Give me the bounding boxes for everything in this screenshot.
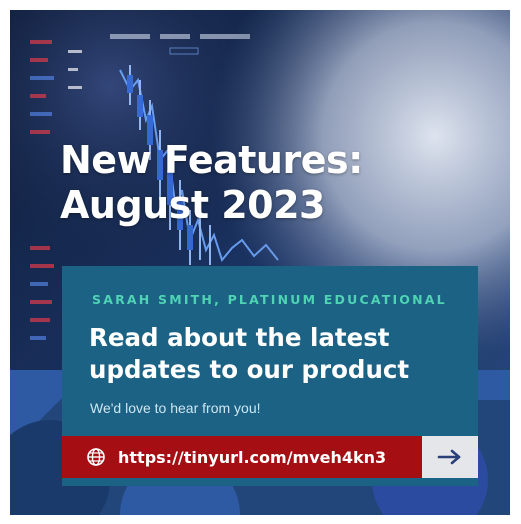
subheading: Read about the latest updates to our pro… bbox=[89, 322, 469, 386]
subheading-line-2: updates to our product bbox=[89, 355, 410, 384]
subheading-line-1: Read about the latest bbox=[89, 323, 390, 352]
promo-card: New Features: August 2023 SARAH SMITH, P… bbox=[10, 10, 510, 515]
headline: New Features: August 2023 bbox=[60, 138, 363, 228]
tagline: We'd love to hear from you! bbox=[90, 400, 261, 416]
headline-line-2: August 2023 bbox=[60, 183, 325, 227]
headline-line-1: New Features: bbox=[60, 138, 363, 182]
globe-icon bbox=[87, 448, 105, 466]
info-panel: SARAH SMITH, PLATINUM EDUCATIONAL Read a… bbox=[62, 266, 478, 486]
url-link[interactable]: https://tinyurl.com/mveh4kn3 bbox=[62, 436, 422, 478]
go-arrow-button[interactable] bbox=[422, 436, 478, 478]
arrow-right-icon bbox=[437, 449, 461, 465]
url-text: https://tinyurl.com/mveh4kn3 bbox=[118, 447, 387, 467]
author-credit: SARAH SMITH, PLATINUM EDUCATIONAL bbox=[92, 292, 447, 307]
